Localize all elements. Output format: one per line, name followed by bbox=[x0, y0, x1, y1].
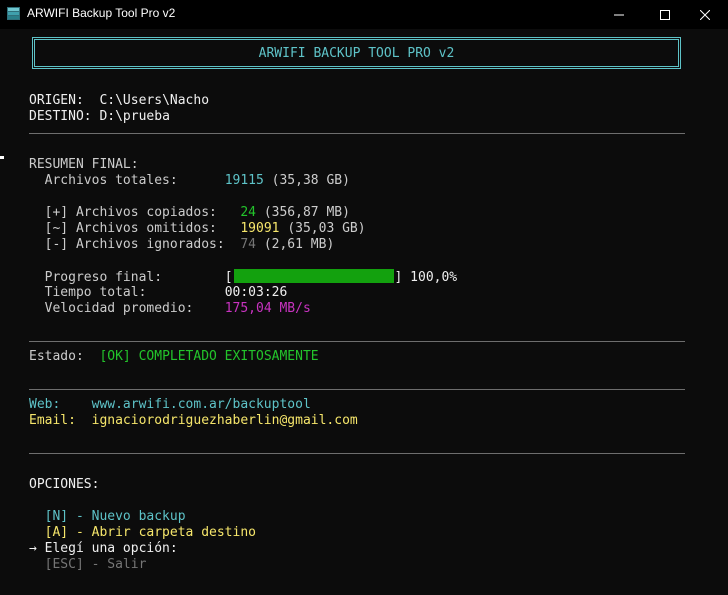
option-esc-key: [ESC] bbox=[44, 557, 84, 572]
option-esc-label: - Salir bbox=[91, 557, 147, 572]
copied-marker: [+] bbox=[44, 205, 69, 220]
destination-line: DESTINO: D:\prueba bbox=[29, 109, 170, 125]
destination-value: D:\prueba bbox=[99, 109, 170, 124]
web-label: Web: bbox=[29, 397, 61, 412]
console-area: ARWIFI BACKUP TOOL PRO v2 ORIGEN: C:\Use… bbox=[0, 29, 728, 595]
progress-line: Progreso final: [] 100,0% bbox=[29, 269, 457, 285]
separator bbox=[29, 133, 685, 134]
origin-line: ORIGEN: C:\Users\Nacho bbox=[29, 93, 209, 109]
status-line: Estado: [OK] COMPLETADO EXITOSAMENTE bbox=[29, 349, 319, 365]
app-icon bbox=[7, 7, 20, 20]
web-link[interactable]: www.arwifi.com.ar/backuptool bbox=[92, 397, 311, 412]
separator bbox=[29, 453, 685, 454]
progress-bracket-open: [ bbox=[224, 270, 233, 285]
time-value: 00:03:26 bbox=[224, 285, 288, 300]
speed-line: Velocidad promedio: 175,04 MB/s bbox=[29, 301, 311, 317]
minimize-button[interactable] bbox=[596, 0, 642, 29]
banner: ARWIFI BACKUP TOOL PRO v2 bbox=[32, 37, 681, 69]
time-label: Tiempo total: bbox=[44, 285, 147, 300]
prompt-line[interactable]: → Elegí una opción: bbox=[29, 541, 178, 557]
progress-fill bbox=[233, 269, 394, 283]
minimize-icon bbox=[614, 10, 624, 20]
destination-label: DESTINO: bbox=[29, 109, 92, 124]
window-title: ARWIFI Backup Tool Pro v2 bbox=[27, 6, 176, 20]
skipped-count: 19091 bbox=[240, 221, 280, 236]
summary-heading: RESUMEN FINAL: bbox=[29, 157, 139, 172]
status-label: Estado: bbox=[29, 349, 84, 364]
copied-files-line: [+] Archivos copiados: 24 (356,87 MB) bbox=[29, 205, 350, 221]
copied-count: 24 bbox=[240, 205, 256, 220]
total-files-size: (35,38 GB) bbox=[271, 173, 350, 188]
skipped-marker: [~] bbox=[44, 221, 69, 236]
progress-percent: 100,0% bbox=[410, 270, 458, 285]
status-value: [OK] COMPLETADO EXITOSAMENTE bbox=[99, 349, 319, 364]
total-files-line: Archivos totales: 19115 (35,38 GB) bbox=[29, 173, 350, 189]
email-link[interactable]: ignaciorodriguezhaberlin@gmail.com bbox=[92, 413, 358, 428]
separator bbox=[29, 389, 685, 390]
email-label: Email: bbox=[29, 413, 76, 428]
progress-label: Progreso final: bbox=[44, 270, 163, 285]
progress-bracket-close: ] bbox=[394, 270, 403, 285]
speed-value: 175,04 MB/s bbox=[224, 301, 311, 316]
option-open-key: [A] bbox=[44, 525, 69, 540]
ignored-files-line: [-] Archivos ignorados: 74 (2,61 MB) bbox=[29, 237, 335, 253]
close-icon bbox=[700, 9, 710, 20]
total-files-label: Archivos totales: bbox=[44, 173, 178, 188]
cursor-mark bbox=[0, 156, 4, 159]
option-new-key: [N] bbox=[44, 509, 69, 524]
origin-value: C:\Users\Nacho bbox=[99, 93, 210, 108]
skipped-size: (35,03 GB) bbox=[287, 221, 366, 236]
banner-title: ARWIFI BACKUP TOOL PRO v2 bbox=[258, 45, 455, 61]
ignored-label: Archivos ignorados: bbox=[75, 237, 225, 252]
maximize-icon bbox=[660, 9, 670, 20]
options-heading: OPCIONES: bbox=[29, 477, 100, 492]
skipped-files-line: [~] Archivos omitidos: 19091 (35,03 GB) bbox=[29, 221, 366, 237]
option-open-folder[interactable]: [A] - Abrir carpeta destino bbox=[29, 525, 256, 541]
option-exit[interactable]: [ESC] - Salir bbox=[29, 557, 147, 573]
skipped-label: Archivos omitidos: bbox=[75, 221, 217, 236]
option-open-label: - Abrir carpeta destino bbox=[75, 525, 256, 540]
ignored-size: (2,61 MB) bbox=[263, 237, 335, 252]
copied-label: Archivos copiados: bbox=[75, 205, 217, 220]
prompt-arrow-icon: → bbox=[29, 541, 37, 556]
origin-label: ORIGEN: bbox=[29, 93, 84, 108]
progress-bar bbox=[233, 269, 394, 283]
option-new-backup[interactable]: [N] - Nuevo backup bbox=[29, 509, 186, 525]
ignored-count: 74 bbox=[240, 237, 256, 252]
total-files-count: 19115 bbox=[224, 173, 264, 188]
email-line: Email: ignaciorodriguezhaberlin@gmail.co… bbox=[29, 413, 358, 429]
web-line: Web: www.arwifi.com.ar/backuptool bbox=[29, 397, 311, 413]
ignored-marker: [-] bbox=[44, 237, 69, 252]
speed-label: Velocidad promedio: bbox=[44, 301, 194, 316]
separator bbox=[29, 341, 685, 342]
option-new-label: - Nuevo backup bbox=[75, 509, 186, 524]
time-line: Tiempo total: 00:03:26 bbox=[29, 285, 288, 301]
copied-size: (356,87 MB) bbox=[263, 205, 350, 220]
prompt-text: Elegí una opción: bbox=[44, 541, 178, 556]
close-button[interactable] bbox=[682, 0, 728, 29]
title-bar: ARWIFI Backup Tool Pro v2 bbox=[0, 0, 728, 29]
